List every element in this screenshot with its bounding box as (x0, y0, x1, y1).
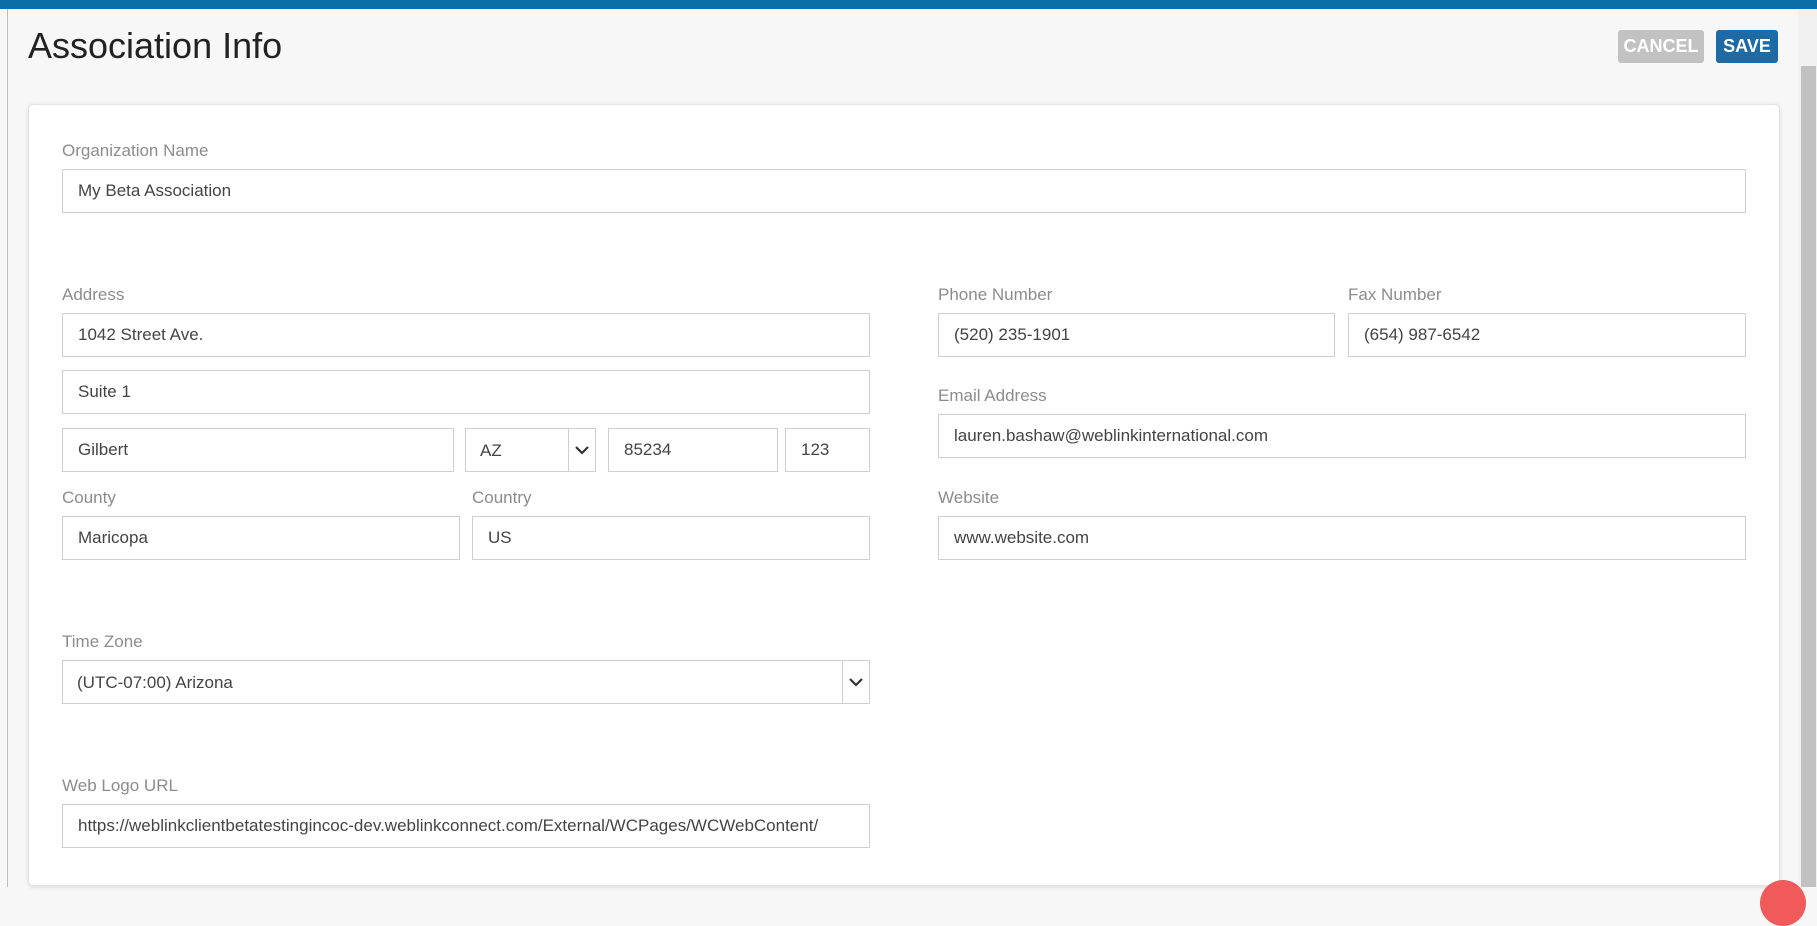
web-logo-url-label: Web Logo URL (62, 776, 178, 795)
save-button[interactable]: SAVE (1716, 30, 1778, 63)
address-line1-input[interactable] (62, 313, 870, 357)
state-select[interactable]: AZ (465, 428, 596, 472)
left-divider (7, 9, 8, 887)
organization-name-input[interactable] (62, 169, 1746, 213)
time-zone-select[interactable]: (UTC-07:00) Arizona (62, 660, 870, 704)
phone-number-label: Phone Number (938, 285, 1053, 304)
top-accent-bar (0, 0, 1817, 9)
city-input[interactable] (62, 428, 454, 472)
county-input[interactable] (62, 516, 460, 560)
state-select-value: AZ (480, 441, 502, 460)
organization-name-label: Organization Name (62, 141, 209, 160)
country-input[interactable] (472, 516, 870, 560)
phone-number-input[interactable] (938, 313, 1335, 357)
address-line2-input[interactable] (62, 370, 870, 414)
time-zone-label: Time Zone (62, 632, 143, 651)
website-label: Website (938, 488, 1000, 507)
zip-input[interactable] (608, 428, 778, 472)
website-input[interactable] (938, 516, 1746, 560)
zip-extension-input[interactable] (785, 428, 870, 472)
fax-number-label: Fax Number (1348, 285, 1442, 304)
country-label: Country (472, 488, 532, 507)
web-logo-url-input[interactable] (62, 804, 870, 848)
page-title: Association Info (28, 25, 283, 66)
fax-number-input[interactable] (1348, 313, 1746, 357)
time-zone-select-value: (UTC-07:00) Arizona (77, 673, 233, 692)
address-label: Address (62, 285, 125, 304)
cancel-button[interactable]: CANCEL (1618, 30, 1704, 63)
association-form-card: Organization Name Address AZ County Coun… (28, 104, 1780, 886)
email-address-label: Email Address (938, 386, 1047, 405)
chevron-down-icon[interactable] (842, 661, 869, 703)
county-label: County (62, 488, 116, 507)
email-address-input[interactable] (938, 414, 1746, 458)
chevron-down-icon[interactable] (568, 429, 595, 471)
scrollbar-thumb[interactable] (1801, 66, 1816, 887)
